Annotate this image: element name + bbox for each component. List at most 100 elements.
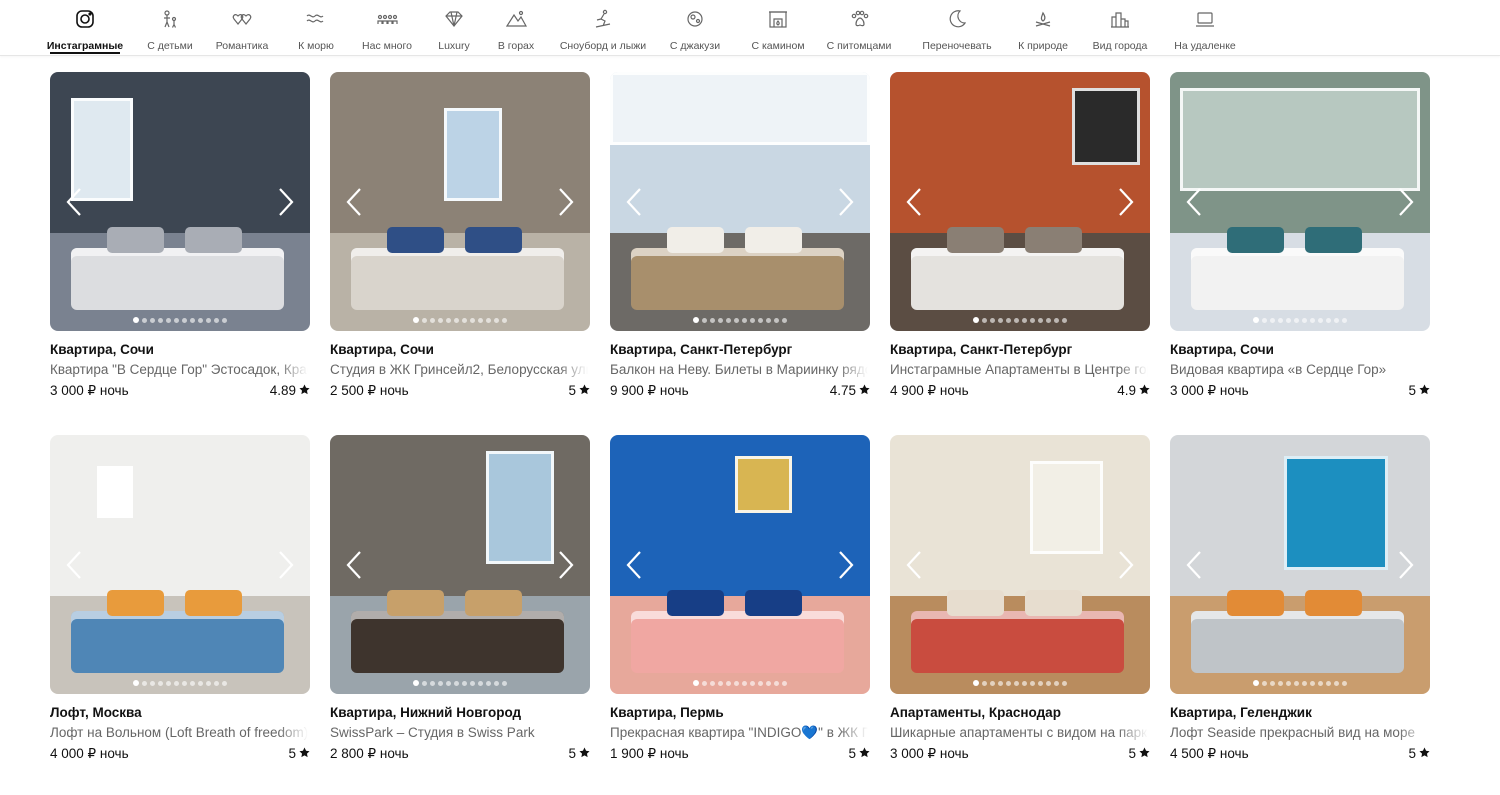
carousel-dot[interactable] — [1253, 317, 1259, 323]
chevron-right-icon[interactable] — [1394, 185, 1418, 219]
category-tab[interactable]: К природе — [1010, 6, 1076, 56]
carousel-dot[interactable] — [1294, 317, 1299, 323]
carousel-dot[interactable] — [710, 317, 715, 323]
listing-photo[interactable] — [1170, 72, 1430, 331]
carousel-dot[interactable] — [1310, 680, 1315, 686]
chevron-left-icon[interactable] — [902, 548, 926, 582]
carousel-dot[interactable] — [198, 680, 203, 686]
carousel-dot[interactable] — [150, 680, 155, 686]
listing-photo[interactable] — [50, 435, 310, 694]
carousel-dot[interactable] — [1270, 317, 1275, 323]
carousel-dot[interactable] — [158, 680, 163, 686]
listing-card[interactable]: Квартира, Нижний Новгород SwissPark – Сту… — [330, 435, 590, 765]
carousel-dot[interactable] — [718, 317, 723, 323]
carousel-dot[interactable] — [702, 680, 707, 686]
carousel-dot[interactable] — [190, 317, 195, 323]
carousel-dot[interactable] — [222, 680, 227, 686]
carousel-dot[interactable] — [1062, 317, 1067, 323]
carousel-dot[interactable] — [222, 317, 227, 323]
carousel-dot[interactable] — [1302, 680, 1307, 686]
carousel-dot[interactable] — [1334, 680, 1339, 686]
carousel-dot[interactable] — [214, 680, 219, 686]
listing-photo[interactable] — [330, 72, 590, 331]
listing-photo[interactable] — [50, 72, 310, 331]
listing-title[interactable]: Квартира, Санкт-Петербург — [890, 342, 1072, 357]
chevron-left-icon[interactable] — [62, 548, 86, 582]
listing-title[interactable]: Квартира, Сочи — [1170, 342, 1274, 357]
carousel-dot[interactable] — [454, 680, 459, 686]
carousel-dot[interactable] — [470, 680, 475, 686]
carousel-dot[interactable] — [478, 317, 483, 323]
carousel-dot[interactable] — [1278, 680, 1283, 686]
category-tab[interactable]: К морю — [290, 6, 342, 56]
carousel-dot[interactable] — [206, 680, 211, 686]
carousel-dot[interactable] — [742, 317, 747, 323]
carousel-dot[interactable] — [494, 317, 499, 323]
carousel-dot[interactable] — [1006, 680, 1011, 686]
carousel-dot[interactable] — [430, 317, 435, 323]
carousel-dot[interactable] — [438, 317, 443, 323]
listing-card[interactable]: Квартира, Санкт-Петербург Инстаграмные Ап… — [890, 72, 1150, 402]
carousel-dot[interactable] — [726, 680, 731, 686]
carousel-dot[interactable] — [734, 680, 739, 686]
carousel-dot[interactable] — [782, 317, 787, 323]
carousel-dot[interactable] — [486, 317, 491, 323]
listing-title[interactable]: Лофт, Москва — [50, 705, 142, 720]
carousel-dot[interactable] — [990, 317, 995, 323]
carousel-dot[interactable] — [750, 317, 755, 323]
listing-card[interactable]: Квартира, Геленджик Лофт Seaside прекрасн… — [1170, 435, 1430, 765]
carousel-dot[interactable] — [750, 680, 755, 686]
listing-title[interactable]: Апартаменты, Краснодар — [890, 705, 1061, 720]
carousel-dot[interactable] — [174, 317, 179, 323]
chevron-right-icon[interactable] — [274, 548, 298, 582]
carousel-dot[interactable] — [1022, 680, 1027, 686]
carousel-dot[interactable] — [486, 680, 491, 686]
carousel-dot[interactable] — [718, 680, 723, 686]
carousel-dot[interactable] — [446, 680, 451, 686]
carousel-dot[interactable] — [1310, 317, 1315, 323]
carousel-dot[interactable] — [973, 680, 979, 686]
carousel-dot[interactable] — [502, 317, 507, 323]
carousel-dot[interactable] — [1286, 317, 1291, 323]
carousel-dot[interactable] — [726, 317, 731, 323]
carousel-dot[interactable] — [422, 317, 427, 323]
category-tab[interactable]: Переночевать — [915, 6, 999, 56]
listing-title[interactable]: Квартира, Санкт-Петербург — [610, 342, 792, 357]
carousel-dot[interactable] — [1253, 680, 1259, 686]
listing-photo[interactable] — [610, 435, 870, 694]
listing-card[interactable]: Квартира, Пермь Прекрасная квартира "INDI… — [610, 435, 870, 765]
carousel-dot[interactable] — [454, 317, 459, 323]
carousel-dot[interactable] — [1270, 680, 1275, 686]
carousel-dot[interactable] — [1038, 317, 1043, 323]
carousel-dot[interactable] — [1014, 680, 1019, 686]
chevron-right-icon[interactable] — [1114, 185, 1138, 219]
carousel-dot[interactable] — [166, 317, 171, 323]
category-tab[interactable]: Нас много — [354, 6, 420, 56]
carousel-dot[interactable] — [693, 680, 699, 686]
chevron-left-icon[interactable] — [1182, 185, 1206, 219]
carousel-dot[interactable] — [198, 317, 203, 323]
carousel-dot[interactable] — [973, 317, 979, 323]
carousel-dot[interactable] — [422, 680, 427, 686]
chevron-right-icon[interactable] — [834, 548, 858, 582]
carousel-dot[interactable] — [1062, 680, 1067, 686]
carousel-dot[interactable] — [1302, 317, 1307, 323]
carousel-dot[interactable] — [982, 680, 987, 686]
carousel-dot[interactable] — [702, 317, 707, 323]
carousel-dot[interactable] — [190, 680, 195, 686]
category-tab[interactable]: В горах — [491, 6, 541, 56]
listing-card[interactable]: Квартира, Сочи Студия в ЖК Гринсейл2, Бел… — [330, 72, 590, 402]
carousel-dot[interactable] — [758, 680, 763, 686]
listing-card[interactable]: Квартира, Сочи Квартира "В Сердце Гор" Эс… — [50, 72, 310, 402]
chevron-left-icon[interactable] — [62, 185, 86, 219]
category-tab[interactable]: С питомцами — [822, 6, 896, 56]
carousel-dot[interactable] — [1030, 317, 1035, 323]
carousel-dot[interactable] — [1342, 680, 1347, 686]
carousel-dot[interactable] — [1294, 680, 1299, 686]
category-tab[interactable]: Инстаграмные — [47, 6, 123, 56]
carousel-dot[interactable] — [413, 317, 419, 323]
carousel-dot[interactable] — [742, 680, 747, 686]
chevron-left-icon[interactable] — [342, 185, 366, 219]
chevron-left-icon[interactable] — [622, 185, 646, 219]
carousel-dot[interactable] — [206, 317, 211, 323]
